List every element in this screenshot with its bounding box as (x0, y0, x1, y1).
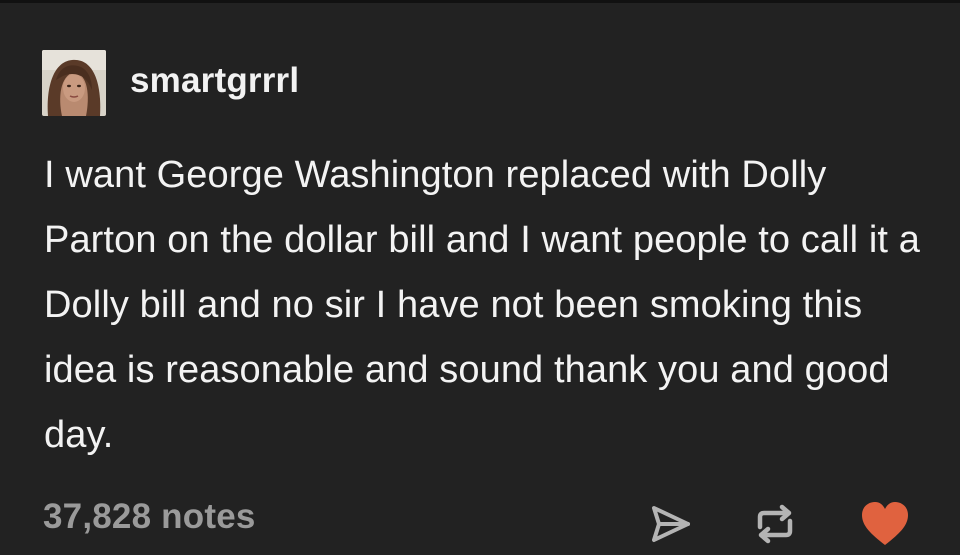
post-body: I want George Washington replaced with D… (44, 154, 920, 456)
post-footer: 37,828 notes (0, 493, 960, 553)
avatar[interactable] (42, 50, 106, 116)
username[interactable]: smartgrrrl (130, 61, 299, 101)
notes-count[interactable]: 37,828 notes (43, 497, 256, 537)
heart-icon (862, 502, 908, 545)
share-icon (652, 506, 690, 542)
share-button[interactable] (648, 501, 694, 547)
post-header: smartgrrrl (42, 48, 299, 118)
reblog-icon (757, 504, 793, 544)
post-card: smartgrrrl I want George Washington repl… (0, 0, 960, 555)
reblog-button[interactable] (752, 501, 798, 547)
like-button[interactable] (860, 501, 908, 547)
